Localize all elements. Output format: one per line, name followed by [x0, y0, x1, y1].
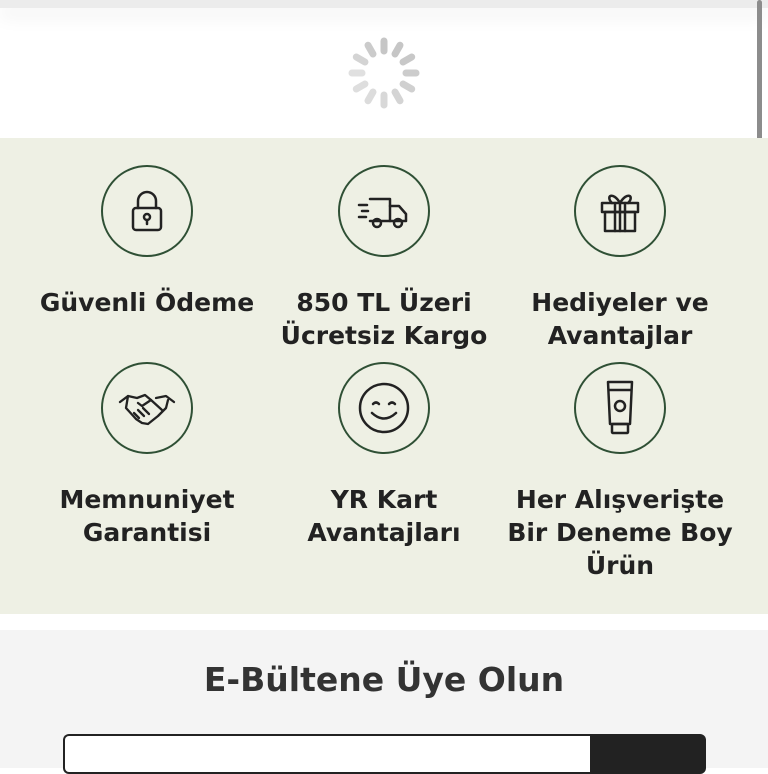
subscribe-button[interactable] — [590, 734, 706, 774]
email-input[interactable] — [63, 734, 590, 774]
feature-label: YR Kart Avantajları — [307, 485, 461, 547]
gift-icon — [574, 165, 666, 257]
spinner-icon — [344, 33, 424, 113]
lock-icon — [101, 165, 193, 257]
feature-yr-card: YR Kart Avantajları — [264, 362, 504, 549]
newsletter-title: E-Bültene Üye Olun — [203, 660, 565, 699]
feature-label: 850 TL Üzeri Ücretsiz Kargo — [280, 288, 488, 350]
features-section: Güvenli Ödeme 850 TL Üzeri Ücretsiz Karg… — [0, 138, 768, 614]
feature-gifts: Hediyeler ve Avantajlar — [500, 165, 740, 352]
newsletter-section: E-Bültene Üye Olun — [0, 630, 768, 774]
feature-free-shipping: 850 TL Üzeri Ücretsiz Kargo — [264, 165, 504, 352]
feature-label: Hediyeler ve Avantajlar — [531, 288, 709, 350]
tube-icon — [574, 362, 666, 454]
feature-secure-payment: Güvenli Ödeme — [27, 165, 267, 319]
top-bar — [0, 0, 768, 8]
handshake-icon — [101, 362, 193, 454]
feature-label: Her Alışverişte Bir Deneme Boy Ürün — [507, 485, 733, 580]
feature-trial-size: Her Alışverişte Bir Deneme Boy Ürün — [500, 362, 740, 582]
feature-satisfaction: Memnuniyet Garantisi — [27, 362, 267, 549]
feature-label: Güvenli Ödeme — [39, 288, 255, 317]
smiley-icon — [338, 362, 430, 454]
feature-label: Memnuniyet Garantisi — [59, 485, 235, 547]
delivery-truck-icon — [338, 165, 430, 257]
